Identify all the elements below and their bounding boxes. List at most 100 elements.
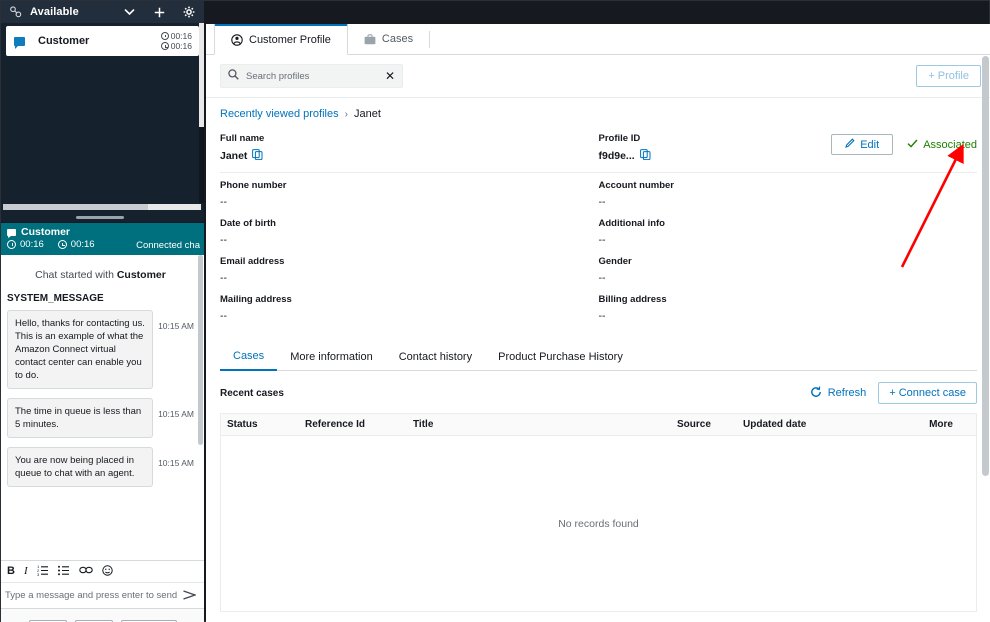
profile-fields: Full name Janet Profile ID f9d9e... (206, 120, 990, 325)
profile-field: Additional info -- (599, 211, 978, 249)
tab-contact-history[interactable]: Contact history (386, 346, 485, 370)
panel-resize-handle[interactable] (76, 216, 124, 219)
copy-icon[interactable] (252, 149, 263, 163)
profile-field: Email address -- (220, 249, 599, 287)
ccp-panel: Available Customer 00:16 00:16 (1, 1, 204, 622)
bold-icon[interactable]: B (7, 566, 15, 577)
chat-contact-name: Customer (21, 226, 70, 238)
search-placeholder: Search profiles (246, 71, 385, 82)
status-badge: Associated (907, 139, 977, 151)
contact-timers: 00:16 00:16 (161, 31, 192, 51)
refresh-label: Refresh (828, 387, 867, 399)
field-label: Mailing address (220, 294, 599, 305)
chat-message-text: The time in queue is less than 5 minutes… (7, 398, 153, 438)
connect-case-button[interactable]: + Connect case (878, 382, 977, 404)
check-icon (907, 139, 918, 151)
edit-button[interactable]: Edit (831, 134, 893, 155)
field-label: Phone number (220, 180, 599, 191)
tab-customer-profile[interactable]: Customer Profile (214, 24, 348, 55)
refresh-button[interactable]: Refresh (810, 386, 867, 401)
timer-connected: 00:16 (171, 31, 192, 41)
recent-cases-header: Recent cases Refresh + Connect case (220, 382, 977, 404)
search-input[interactable]: Search profiles ✕ (220, 64, 403, 88)
connect-logo-icon (7, 5, 23, 19)
copy-icon[interactable] (640, 149, 651, 163)
chat-format-toolbar: B I 123 (1, 560, 204, 582)
tab-label: Cases (382, 33, 413, 45)
profile-field: Mailing address -- (220, 287, 599, 325)
user-profile-icon (231, 34, 243, 46)
scrollbar-thumb[interactable] (198, 255, 203, 445)
contact-name: Customer (38, 35, 89, 47)
chat-scrollbar[interactable] (198, 255, 203, 560)
briefcase-icon (364, 34, 376, 45)
field-label: Account number (599, 180, 978, 191)
field-label: Additional info (599, 218, 978, 229)
field-value-text: Janet (220, 150, 247, 162)
close-icon[interactable]: ✕ (385, 69, 395, 83)
chat-action-bar: ✕ (1, 608, 204, 622)
profile-search-row: Search profiles ✕ + Profile (206, 55, 990, 97)
chat-bubble-icon (14, 37, 25, 46)
ccp-contact-list-empty (1, 56, 204, 211)
pencil-icon (845, 138, 855, 151)
field-value: Janet (220, 149, 599, 163)
field-value: -- (220, 234, 599, 246)
column-header-updated-date: Updated date (737, 419, 889, 430)
scrollbar-thumb[interactable] (982, 56, 989, 476)
column-header-status: Status (221, 419, 299, 430)
field-value-text: f9d9e... (599, 150, 635, 162)
ccp-horizontal-scrollbar[interactable] (3, 204, 201, 210)
chat-started-prefix: Chat started with (35, 269, 114, 281)
profile-field: Phone number -- (220, 173, 599, 211)
field-value: -- (220, 310, 599, 322)
breadcrumb-root-link[interactable]: Recently viewed profiles (220, 108, 339, 120)
column-header-title: Title (407, 419, 671, 430)
chat-header: Customer 00:16 00:16 Connected cha (1, 223, 204, 255)
column-header-more: More (889, 419, 959, 430)
field-value: -- (599, 234, 978, 246)
field-label: Gender (599, 256, 978, 267)
tab-product-purchase-history[interactable]: Product Purchase History (485, 346, 636, 370)
gear-icon[interactable] (182, 5, 196, 19)
tab-cases[interactable]: Cases (348, 24, 429, 54)
profile-field-row: Full name Janet Profile ID f9d9e... (220, 126, 977, 166)
add-profile-button[interactable]: + Profile (916, 65, 981, 87)
ccp-status-bar: Available (1, 1, 204, 23)
ccp-vertical-scrollbar[interactable] (199, 23, 204, 203)
emoji-icon[interactable] (102, 565, 113, 579)
chat-connection-state: Connected cha (136, 240, 200, 251)
field-label: Date of birth (220, 218, 599, 229)
column-header-source: Source (671, 419, 737, 430)
field-value: -- (599, 196, 978, 208)
contact-card[interactable]: Customer 00:16 00:16 (6, 26, 199, 56)
clock-total-icon (58, 240, 67, 249)
tab-cases-detail[interactable]: Cases (220, 345, 277, 371)
chat-started-name: Customer (117, 269, 166, 281)
ordered-list-icon[interactable]: 123 (37, 565, 49, 579)
svg-text:3: 3 (37, 572, 40, 576)
chat-message: The time in queue is less than 5 minutes… (7, 398, 194, 438)
field-label: Full name (220, 133, 599, 144)
clock-icon (161, 32, 169, 40)
timer-total: 00:16 (171, 41, 192, 51)
scrollbar-thumb[interactable] (199, 23, 204, 127)
italic-icon[interactable]: I (24, 566, 28, 577)
bullet-list-icon[interactable] (58, 565, 70, 579)
plus-icon[interactable] (152, 5, 166, 19)
tab-divider (429, 31, 430, 48)
chat-message-input[interactable]: Type a message and press enter to send (1, 582, 204, 608)
chevron-down-icon[interactable] (122, 5, 136, 19)
profile-field: Full name Janet (220, 126, 599, 166)
send-arrow-icon[interactable] (183, 589, 196, 603)
chat-message-time: 10:15 AM (158, 398, 194, 420)
app-tab-bar: Customer Profile Cases (206, 24, 990, 55)
profile-field: Date of birth -- (220, 211, 599, 249)
field-value: -- (220, 272, 599, 284)
chat-message-time: 10:15 AM (158, 447, 194, 469)
tab-more-information[interactable]: More information (277, 346, 386, 370)
scrollbar-thumb[interactable] (3, 204, 148, 210)
link-icon[interactable] (79, 566, 93, 577)
chat-bubble-icon (7, 229, 16, 236)
main-vertical-scrollbar[interactable] (982, 56, 989, 611)
